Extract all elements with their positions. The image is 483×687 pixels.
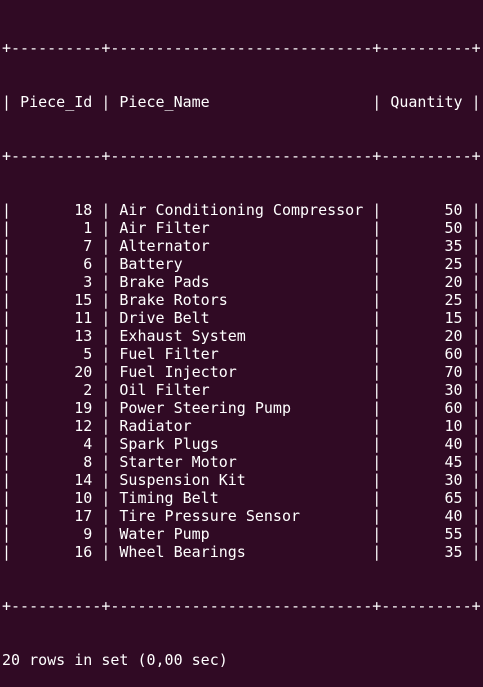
row-cell-1: 11 — [74, 309, 93, 327]
terminal-output: +----------+----------------------------… — [2, 3, 483, 669]
row-cell-1: 3 — [83, 273, 93, 291]
row-cell-3: 40 — [444, 507, 463, 525]
row-cell-1: 20 — [74, 363, 93, 381]
row-cell-3: 70 — [444, 363, 463, 381]
table-row: | 8 | Starter Motor | 45 | — [2, 453, 481, 471]
table-row: | 5 | Fuel Filter | 60 | — [2, 345, 481, 363]
table-row: | 12 | Radiator | 10 | — [2, 417, 481, 435]
row-cell-1: 19 — [74, 399, 93, 417]
row-cell-2: Fuel Filter — [119, 345, 219, 363]
row-cell-1: 17 — [74, 507, 93, 525]
row-cell-3: 30 — [444, 381, 463, 399]
row-cell-3: 60 — [444, 345, 463, 363]
row-cell-2: Alternator — [119, 237, 210, 255]
row-cell-3: 65 — [444, 489, 463, 507]
status-line: 20 rows in set (0,00 sec) — [2, 651, 228, 669]
row-cell-3: 50 — [444, 219, 463, 237]
row-cell-3: 60 — [444, 399, 463, 417]
row-cell-1: 7 — [83, 237, 93, 255]
header-cell-1: Piece_Id — [20, 93, 93, 111]
row-cell-2: Starter Motor — [119, 453, 237, 471]
row-cell-2: Fuel Injector — [119, 363, 237, 381]
table-row: | 1 | Air Filter | 50 | — [2, 219, 481, 237]
row-cell-2: Oil Filter — [119, 381, 210, 399]
row-cell-3: 15 — [444, 309, 463, 327]
row-cell-2: Brake Rotors — [119, 291, 228, 309]
table-row: | 19 | Power Steering Pump | 60 | — [2, 399, 481, 417]
row-cell-2: Timing Belt — [119, 489, 219, 507]
row-cell-2: Drive Belt — [119, 309, 210, 327]
row-cell-1: 4 — [83, 435, 93, 453]
row-cell-2: Exhaust System — [119, 327, 246, 345]
row-cell-1: 13 — [74, 327, 93, 345]
row-cell-2: Wheel Bearings — [119, 543, 246, 561]
row-cell-1: 2 — [83, 381, 93, 399]
row-cell-1: 18 — [74, 201, 93, 219]
row-cell-2: Power Steering Pump — [119, 399, 291, 417]
row-cell-3: 40 — [444, 435, 463, 453]
row-cell-2: Air Filter — [119, 219, 210, 237]
row-cell-1: 5 — [83, 345, 93, 363]
table-row: | 18 | Air Conditioning Compressor | 50 … — [2, 201, 481, 219]
table-row: | 7 | Alternator | 35 | — [2, 237, 481, 255]
row-cell-2: Battery — [119, 255, 183, 273]
row-cell-1: 8 — [83, 453, 93, 471]
row-cell-3: 30 — [444, 471, 463, 489]
header-cell-3: Quantity — [390, 93, 463, 111]
table-row: | 11 | Drive Belt | 15 | — [2, 309, 481, 327]
row-cell-3: 25 — [444, 291, 463, 309]
table-row: | 14 | Suspension Kit | 30 | — [2, 471, 481, 489]
row-cell-3: 45 — [444, 453, 463, 471]
row-cell-2: Spark Plugs — [119, 435, 219, 453]
row-cell-2: Air Conditioning Compressor — [119, 201, 364, 219]
table-top-border: +----------+----------------------------… — [2, 39, 481, 57]
row-cell-3: 10 — [444, 417, 463, 435]
table-bottom-border: +----------+----------------------------… — [2, 597, 481, 615]
row-cell-3: 50 — [444, 201, 463, 219]
row-cell-1: 14 — [74, 471, 93, 489]
row-cell-1: 12 — [74, 417, 93, 435]
row-cell-1: 6 — [83, 255, 93, 273]
table-header-border: +----------+----------------------------… — [2, 147, 481, 165]
table-row: | 17 | Tire Pressure Sensor | 40 | — [2, 507, 481, 525]
row-cell-2: Tire Pressure Sensor — [119, 507, 301, 525]
table-row: | 4 | Spark Plugs | 40 | — [2, 435, 481, 453]
row-cell-2: Radiator — [119, 417, 192, 435]
row-cell-1: 15 — [74, 291, 93, 309]
row-cell-1: 16 — [74, 543, 93, 561]
row-cell-1: 1 — [83, 219, 93, 237]
table-row: | 16 | Wheel Bearings | 35 | — [2, 543, 481, 561]
row-cell-3: 35 — [444, 543, 463, 561]
table-row: | 6 | Battery | 25 | — [2, 255, 481, 273]
table-row: | 3 | Brake Pads | 20 | — [2, 273, 481, 291]
row-cell-3: 25 — [444, 255, 463, 273]
table-row: | 2 | Oil Filter | 30 | — [2, 381, 481, 399]
table-header-row: | Piece_Id | Piece_Name | Quantity | — [2, 93, 481, 111]
row-cell-1: 9 — [83, 525, 93, 543]
table-row: | 15 | Brake Rotors | 25 | — [2, 291, 481, 309]
row-cell-3: 55 — [444, 525, 463, 543]
row-cell-2: Water Pump — [119, 525, 210, 543]
table-row: | 10 | Timing Belt | 65 | — [2, 489, 481, 507]
row-cell-3: 35 — [444, 237, 463, 255]
row-cell-1: 10 — [74, 489, 93, 507]
row-cell-2: Suspension Kit — [119, 471, 246, 489]
row-cell-3: 20 — [444, 327, 463, 345]
header-cell-2: Piece_Name — [119, 93, 210, 111]
table-row: | 20 | Fuel Injector | 70 | — [2, 363, 481, 381]
table-row: | 9 | Water Pump | 55 | — [2, 525, 481, 543]
table-body: | 18 | Air Conditioning Compressor | 50 … — [2, 201, 483, 561]
table-row: | 13 | Exhaust System | 20 | — [2, 327, 481, 345]
row-cell-3: 20 — [444, 273, 463, 291]
row-cell-2: Brake Pads — [119, 273, 210, 291]
